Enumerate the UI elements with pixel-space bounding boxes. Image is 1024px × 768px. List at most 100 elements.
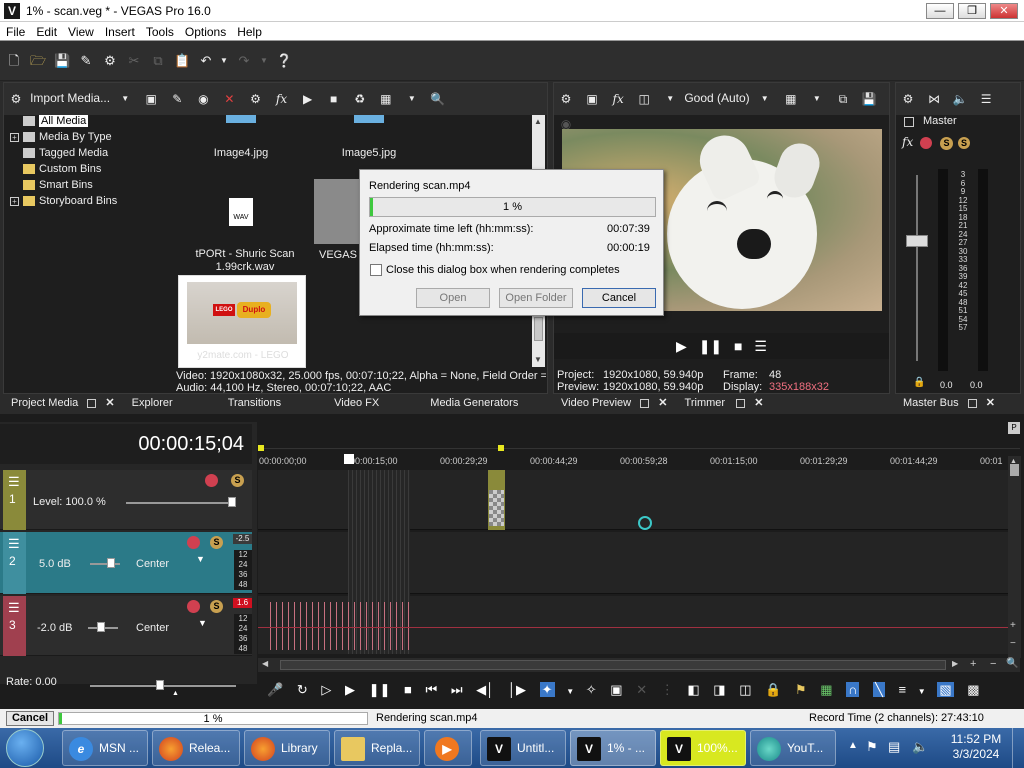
taskbar-vegas-1pct[interactable]: V 1% - ... (570, 730, 656, 766)
auto-crossfade-icon[interactable]: ╲ (873, 682, 885, 697)
tree-item-tagged-media[interactable]: Tagged Media (10, 145, 170, 161)
delete-icon[interactable]: ✕ (636, 682, 647, 697)
save-snapshot-icon[interactable]: 💾 (860, 90, 878, 108)
ignore-grouping-icon[interactable]: ▩ (967, 682, 979, 697)
trim-end-icon[interactable]: ◨ (713, 682, 725, 697)
taskbar-library[interactable]: Library (244, 730, 330, 766)
timecode-display[interactable]: 00:00:15;04 (0, 424, 252, 464)
menu-help[interactable]: Help (231, 22, 267, 39)
media-fx-icon[interactable]: fx (273, 90, 291, 108)
remove-icon[interactable]: ✕ (220, 90, 238, 108)
save-icon[interactable]: 💾 (54, 53, 70, 69)
track-menu-icon[interactable]: ☰ (8, 600, 20, 616)
ripple-edit-icon[interactable]: ≡ (899, 682, 907, 697)
close-icon[interactable]: ✕ (658, 395, 667, 412)
stop-icon[interactable]: ■ (325, 90, 343, 108)
network-icon[interactable]: ▤ (888, 739, 900, 755)
marker-icon[interactable]: P (1008, 422, 1020, 434)
open-folder-button[interactable]: Open Folder (499, 288, 573, 308)
tab-trimmer[interactable]: Trimmer (685, 395, 726, 412)
undock-icon[interactable] (640, 399, 650, 408)
level-slider[interactable] (126, 502, 236, 504)
track-mute-icon[interactable] (187, 600, 200, 613)
preview-pause-icon[interactable]: ❚❚ (699, 338, 722, 354)
loop-start-marker[interactable] (258, 445, 264, 451)
master-settings-icon[interactable]: ⚙ (899, 90, 917, 108)
level-slider-knob[interactable] (228, 497, 236, 507)
taskbar-vegas-100pct[interactable]: V 100%... (660, 730, 746, 766)
lock-event-icon[interactable]: 🔒 (765, 682, 781, 697)
copy-snapshot-icon[interactable]: ⧉ (834, 90, 852, 108)
master-solo2-icon[interactable]: S (958, 137, 970, 149)
close-icon[interactable]: ✕ (754, 395, 763, 412)
menu-insert[interactable]: Insert (99, 22, 140, 39)
show-desktop-button[interactable] (1012, 728, 1024, 768)
start-button[interactable] (6, 729, 44, 767)
timeline-hscroll[interactable]: ◀ ▶ + − 🔍 (258, 658, 1020, 672)
image5-thumbnail[interactable] (354, 115, 384, 123)
track-solo-icon[interactable]: S (231, 474, 244, 487)
import-dropdown-icon[interactable]: ▼ (116, 90, 134, 108)
master-checkbox[interactable] (904, 117, 914, 127)
undock-icon[interactable] (736, 399, 746, 408)
split-dropdown-icon[interactable]: ▼ (661, 90, 679, 108)
tab-video-fx[interactable]: Video FX (334, 395, 379, 412)
menu-options[interactable]: Options (179, 22, 231, 39)
settings-icon[interactable]: ⚙ (7, 90, 25, 108)
tray-expand-icon[interactable]: ▲ (848, 740, 858, 751)
split-screen-icon[interactable]: ◫ (635, 90, 653, 108)
ripple-dropdown-icon[interactable]: ▼ (918, 687, 926, 696)
tree-item-all-media[interactable]: All Media (10, 113, 170, 129)
status-cancel-button[interactable]: Cancel (6, 711, 54, 726)
track-menu-icon[interactable]: ☰ (8, 474, 20, 490)
paste-icon[interactable]: 📋 (174, 53, 190, 69)
vegas-app-icon[interactable]: V (4, 3, 20, 19)
play-from-start-icon[interactable]: ▷ (321, 682, 331, 697)
taskbar-youtube[interactable]: YouT... (750, 730, 836, 766)
master-fader-handle[interactable] (906, 235, 928, 247)
lock-envelopes-icon[interactable]: ▧ (937, 682, 954, 697)
cut-icon[interactable]: ✂ (126, 53, 142, 69)
scrollbar-thumb[interactable] (534, 317, 543, 341)
marker-tool-icon[interactable]: ⚑ (795, 682, 807, 697)
preview-play-icon[interactable]: ▶ (676, 338, 687, 354)
flag-icon[interactable]: ⚑ (866, 739, 878, 755)
wav-file-icon[interactable]: WAV (229, 198, 253, 226)
master-lock-icon[interactable]: 🔒 (913, 377, 925, 388)
video-event[interactable] (488, 470, 505, 530)
track-header-3[interactable]: ☰ 3 S 1.6 -2.0 dB Center ▼ 12 24 36 48 (0, 596, 252, 656)
auto-preview-icon[interactable]: ♻ (351, 90, 369, 108)
envelope-tool-icon[interactable]: ✧ (586, 682, 597, 697)
lego-video-thumbnail[interactable]: LEGO Duplo y2mate.com - LEGO (178, 275, 306, 368)
track-mute-icon[interactable] (187, 536, 200, 549)
go-to-end-icon[interactable]: ⏭ (451, 682, 463, 697)
master-fx-icon[interactable]: fx (902, 135, 913, 149)
timeline-ruler[interactable]: 00:00:00;00 00:00:15;00 00:00:29;29 00:0… (258, 448, 1020, 468)
close-icon[interactable]: ✕ (105, 395, 114, 412)
master-mute-icon[interactable] (920, 137, 932, 149)
record-icon[interactable]: 🎤 (267, 682, 283, 697)
trim-start-icon[interactable]: ◧ (687, 682, 699, 697)
track-header-2[interactable]: ☰ 2 S -2.5 5.0 dB Center ▼ 12 24 36 48 (0, 532, 252, 594)
help-pointer-icon[interactable]: ❔ (276, 53, 292, 69)
tab-transitions[interactable]: Transitions (228, 395, 281, 412)
save-as-icon[interactable]: ✎ (78, 53, 94, 69)
loop-end-marker[interactable] (498, 445, 504, 451)
menu-file[interactable]: File (0, 22, 30, 39)
tree-item-custom-bins[interactable]: Custom Bins (10, 161, 170, 177)
minimize-button[interactable]: — (926, 3, 954, 19)
tray-clock[interactable]: 11:52 PM 3/3/2024 (946, 732, 1006, 762)
tab-project-media[interactable]: Project Media (3, 395, 78, 412)
track-solo-icon[interactable]: S (210, 536, 223, 549)
prev-frame-icon[interactable]: ◀│ (476, 682, 494, 697)
master-solo-icon[interactable]: S (940, 137, 953, 150)
video-fx-icon[interactable]: fx (609, 90, 627, 108)
volume-slider-knob[interactable] (107, 558, 115, 568)
media-disc-icon[interactable]: ◉ (194, 90, 212, 108)
tab-video-preview[interactable]: Video Preview (553, 395, 631, 412)
timeline-vscroll[interactable]: ▲ + − (1008, 456, 1021, 658)
mixer-icon[interactable]: ⋈ (925, 90, 943, 108)
menu-view[interactable]: View (62, 22, 99, 39)
new-file-icon[interactable]: 🗋 (6, 53, 22, 69)
close-icon[interactable]: ✕ (986, 395, 995, 412)
